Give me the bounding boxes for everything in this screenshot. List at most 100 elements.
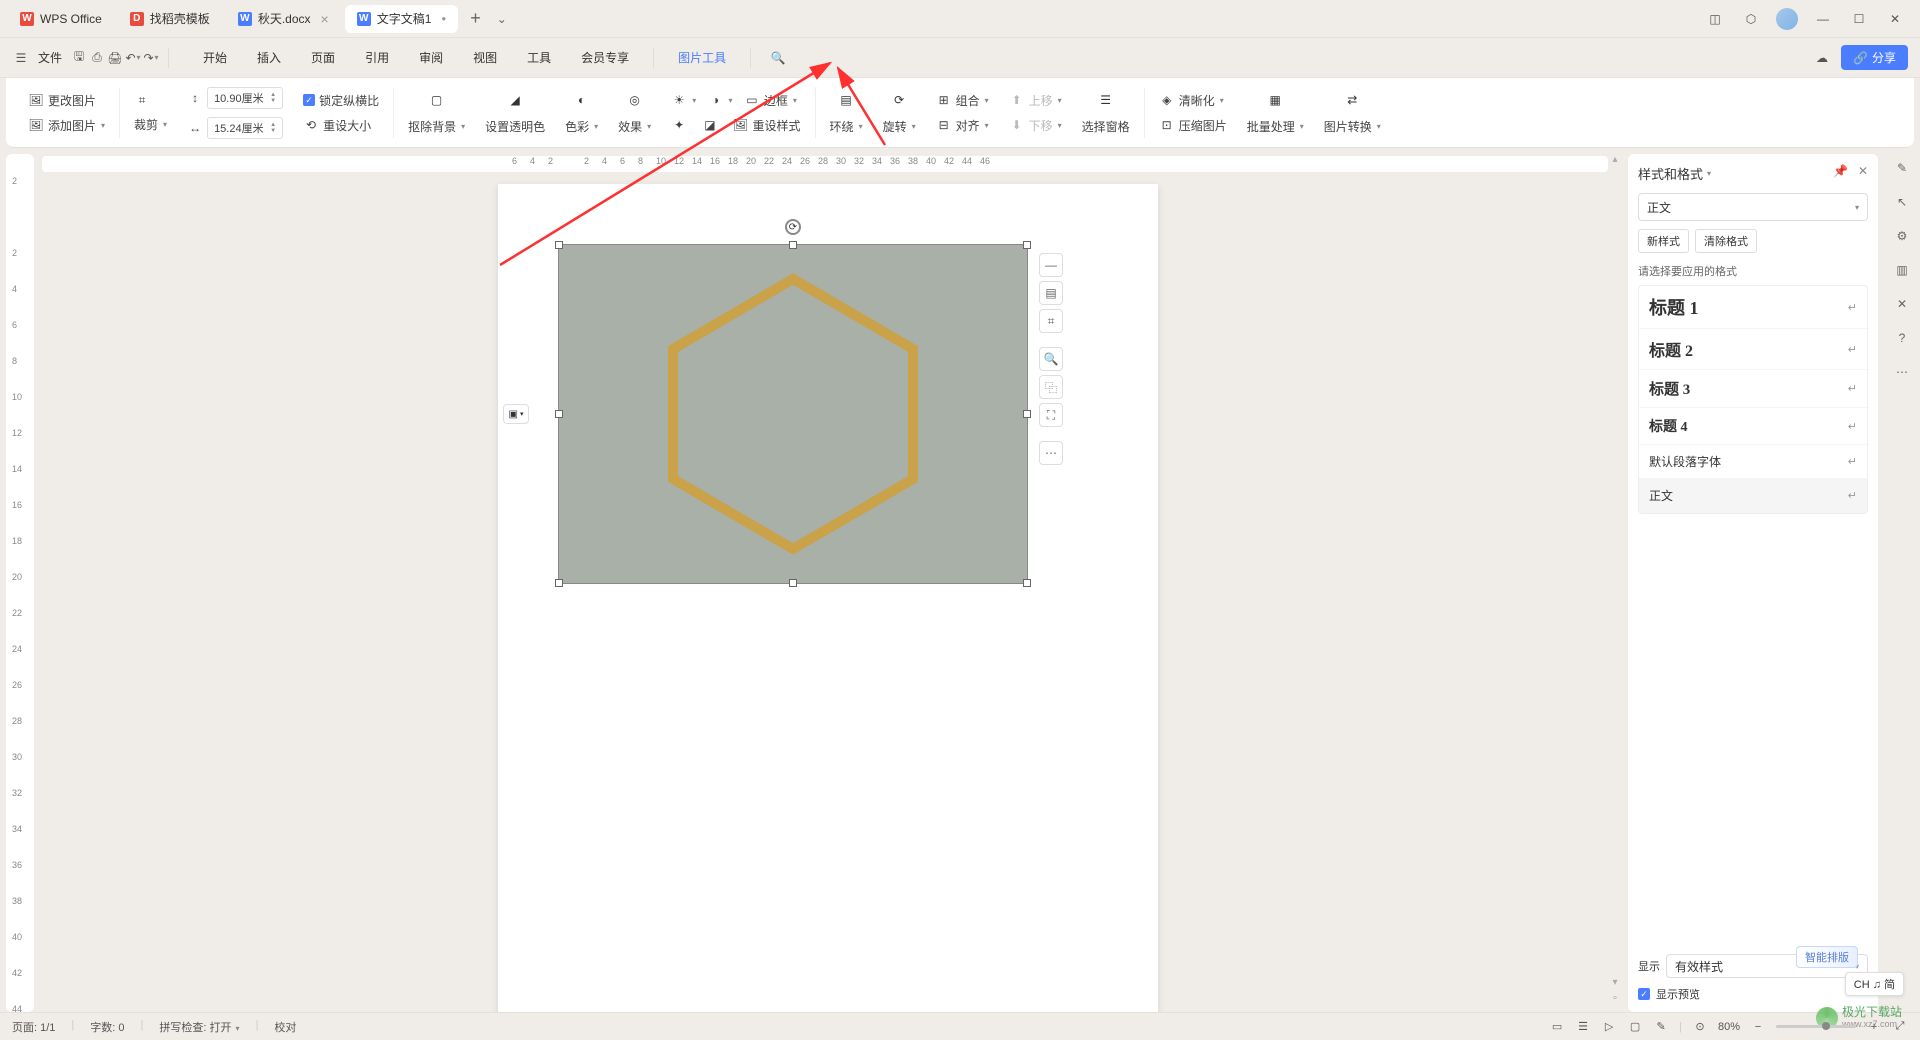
- menu-icon[interactable]: ☰: [12, 49, 30, 67]
- glow-icon[interactable]: ✦: [671, 117, 687, 133]
- remove-bg-icon[interactable]: ▢: [425, 88, 449, 112]
- crop-float-button[interactable]: ⌗: [1039, 309, 1063, 333]
- effect-button[interactable]: 效果▾: [616, 116, 653, 137]
- close-icon[interactable]: ×: [321, 11, 329, 27]
- compress-button[interactable]: ⊡压缩图片: [1157, 115, 1229, 136]
- scroll-dot-icon[interactable]: ∘: [1610, 993, 1620, 1004]
- clarity-button[interactable]: ◈清晰化▾: [1157, 90, 1229, 111]
- fit-icon[interactable]: ⊙: [1692, 1019, 1708, 1035]
- ime-indicator[interactable]: CH ♫ 简: [1845, 972, 1904, 996]
- copy-button[interactable]: ⿻: [1039, 375, 1063, 399]
- layout-option-button[interactable]: ▣▾: [503, 404, 529, 424]
- view-read-icon[interactable]: ▢: [1627, 1019, 1643, 1035]
- resize-handle-mr[interactable]: [1023, 410, 1031, 418]
- tools-icon[interactable]: ✕: [1892, 294, 1912, 314]
- current-style-select[interactable]: 正文▾: [1638, 193, 1868, 221]
- tab-member[interactable]: 会员专享: [567, 43, 643, 72]
- tab-view[interactable]: 视图: [459, 43, 511, 72]
- layers-icon[interactable]: ▥: [1892, 260, 1912, 280]
- pin-icon[interactable]: 📌: [1833, 164, 1848, 178]
- tab-doc1[interactable]: W 秋天.docx ×: [226, 5, 341, 33]
- zoom-in-button[interactable]: 🔍: [1039, 347, 1063, 371]
- select-icon[interactable]: ↖: [1892, 192, 1912, 212]
- zoom-slider[interactable]: [1776, 1025, 1856, 1028]
- resize-handle-bl[interactable]: [555, 579, 563, 587]
- filter-icon[interactable]: ⚙: [1892, 226, 1912, 246]
- resize-handle-tl[interactable]: [555, 241, 563, 249]
- wrap-button[interactable]: 环绕▾: [828, 116, 865, 137]
- tab-picture-tools[interactable]: 图片工具: [664, 43, 740, 72]
- help-icon[interactable]: ?: [1892, 328, 1912, 348]
- reset-style-button[interactable]: 重设样式: [753, 117, 801, 134]
- cube-icon[interactable]: ⬡: [1740, 8, 1762, 30]
- close-panel-icon[interactable]: ✕: [1858, 164, 1868, 178]
- tab-page[interactable]: 页面: [297, 43, 349, 72]
- resize-handle-ml[interactable]: [555, 410, 563, 418]
- add-tab-button[interactable]: +: [462, 4, 489, 33]
- rotate-button[interactable]: 旋转▾: [881, 116, 918, 137]
- style-item[interactable]: 标题 1↵: [1639, 286, 1867, 329]
- transparent-icon[interactable]: ◢: [503, 88, 527, 112]
- zoom-out-button[interactable]: −: [1750, 1019, 1766, 1035]
- color-icon[interactable]: ◐: [570, 88, 594, 112]
- style-item[interactable]: 标题 2↵: [1639, 329, 1867, 370]
- height-input[interactable]: 10.90厘米▲▼: [207, 87, 283, 109]
- style-item[interactable]: 标题 4↵: [1639, 408, 1867, 445]
- smart-layout-button[interactable]: 智能排版: [1796, 946, 1858, 968]
- status-proof[interactable]: 校对: [274, 1019, 296, 1035]
- convert-button[interactable]: 图片转换▾: [1322, 116, 1383, 137]
- status-words[interactable]: 字数: 0: [90, 1019, 124, 1035]
- convert-icon[interactable]: ⇄: [1340, 88, 1364, 112]
- minimize-button[interactable]: —: [1812, 8, 1834, 30]
- tab-start[interactable]: 开始: [189, 43, 241, 72]
- resize-handle-tr[interactable]: [1023, 241, 1031, 249]
- search-icon[interactable]: 🔍: [769, 49, 787, 67]
- selected-image[interactable]: ⟳ — ▤ ⌗ 🔍: [558, 244, 1028, 584]
- change-picture-button[interactable]: 🖼更改图片: [26, 90, 107, 111]
- more-icon[interactable]: ⋯: [1892, 362, 1912, 382]
- align-button[interactable]: ⊟对齐▾: [934, 115, 991, 136]
- shadow-icon[interactable]: ◪: [702, 117, 718, 133]
- style-item[interactable]: 默认段落字体↵: [1639, 445, 1867, 479]
- horizontal-ruler[interactable]: 6422468101214161820222426283032343638404…: [34, 154, 1616, 174]
- print-icon[interactable]: ⎙: [88, 49, 106, 67]
- cloud-icon[interactable]: ☁: [1813, 49, 1831, 67]
- checkbox-icon[interactable]: ✓: [1638, 988, 1650, 1000]
- reset-size-button[interactable]: ⟲重设大小: [301, 115, 381, 136]
- add-picture-button[interactable]: 🖼添加图片▾: [26, 115, 107, 136]
- view-web-icon[interactable]: ▷: [1601, 1019, 1617, 1035]
- tab-menu-button[interactable]: ⌄: [489, 8, 515, 30]
- view-page-icon[interactable]: ▭: [1549, 1019, 1565, 1035]
- rotate-icon[interactable]: ⟳: [887, 88, 911, 112]
- page[interactable]: ⟳ — ▤ ⌗ 🔍: [498, 184, 1158, 1012]
- resize-handle-tm[interactable]: [789, 241, 797, 249]
- window-multi-icon[interactable]: ◫: [1704, 8, 1726, 30]
- fullwidth-button[interactable]: ⛶: [1039, 403, 1063, 427]
- vertical-ruler[interactable]: 2246810121416182022242628303234363840424…: [6, 154, 34, 1012]
- brightness-button[interactable]: ☀▾ ◑▾ ▭边框▾: [669, 90, 802, 111]
- zoom-value[interactable]: 80%: [1718, 1021, 1740, 1033]
- tab-insert[interactable]: 插入: [243, 43, 295, 72]
- color-button[interactable]: 色彩▾: [563, 116, 600, 137]
- style-item[interactable]: 标题 3↵: [1639, 370, 1867, 408]
- tab-review[interactable]: 审阅: [405, 43, 457, 72]
- format-brush-icon[interactable]: ✎: [1892, 158, 1912, 178]
- tab-template[interactable]: D 找稻壳模板: [118, 5, 222, 33]
- batch-icon[interactable]: ▦: [1263, 88, 1287, 112]
- maximize-button[interactable]: ☐: [1848, 8, 1870, 30]
- share-button[interactable]: 🔗分享: [1841, 45, 1908, 70]
- more-button[interactable]: ⋯: [1039, 441, 1063, 465]
- new-style-button[interactable]: 新样式: [1638, 229, 1689, 253]
- status-spellcheck[interactable]: 拼写检查: 打开 ▾: [159, 1019, 239, 1035]
- status-page[interactable]: 页面: 1/1: [12, 1019, 55, 1035]
- selection-pane-icon[interactable]: ☰: [1094, 88, 1118, 112]
- collapse-button[interactable]: —: [1039, 253, 1063, 277]
- file-menu[interactable]: 文件: [38, 49, 62, 66]
- crop-icon-button[interactable]: ⌗: [132, 90, 169, 110]
- avatar[interactable]: [1776, 8, 1798, 30]
- remove-bg-button[interactable]: 抠除背景▾: [406, 116, 467, 137]
- effect-icon[interactable]: ◎: [623, 88, 647, 112]
- undo-icon[interactable]: ↶▾: [124, 49, 142, 67]
- crop-button[interactable]: 裁剪▾: [132, 114, 169, 135]
- resize-handle-br[interactable]: [1023, 579, 1031, 587]
